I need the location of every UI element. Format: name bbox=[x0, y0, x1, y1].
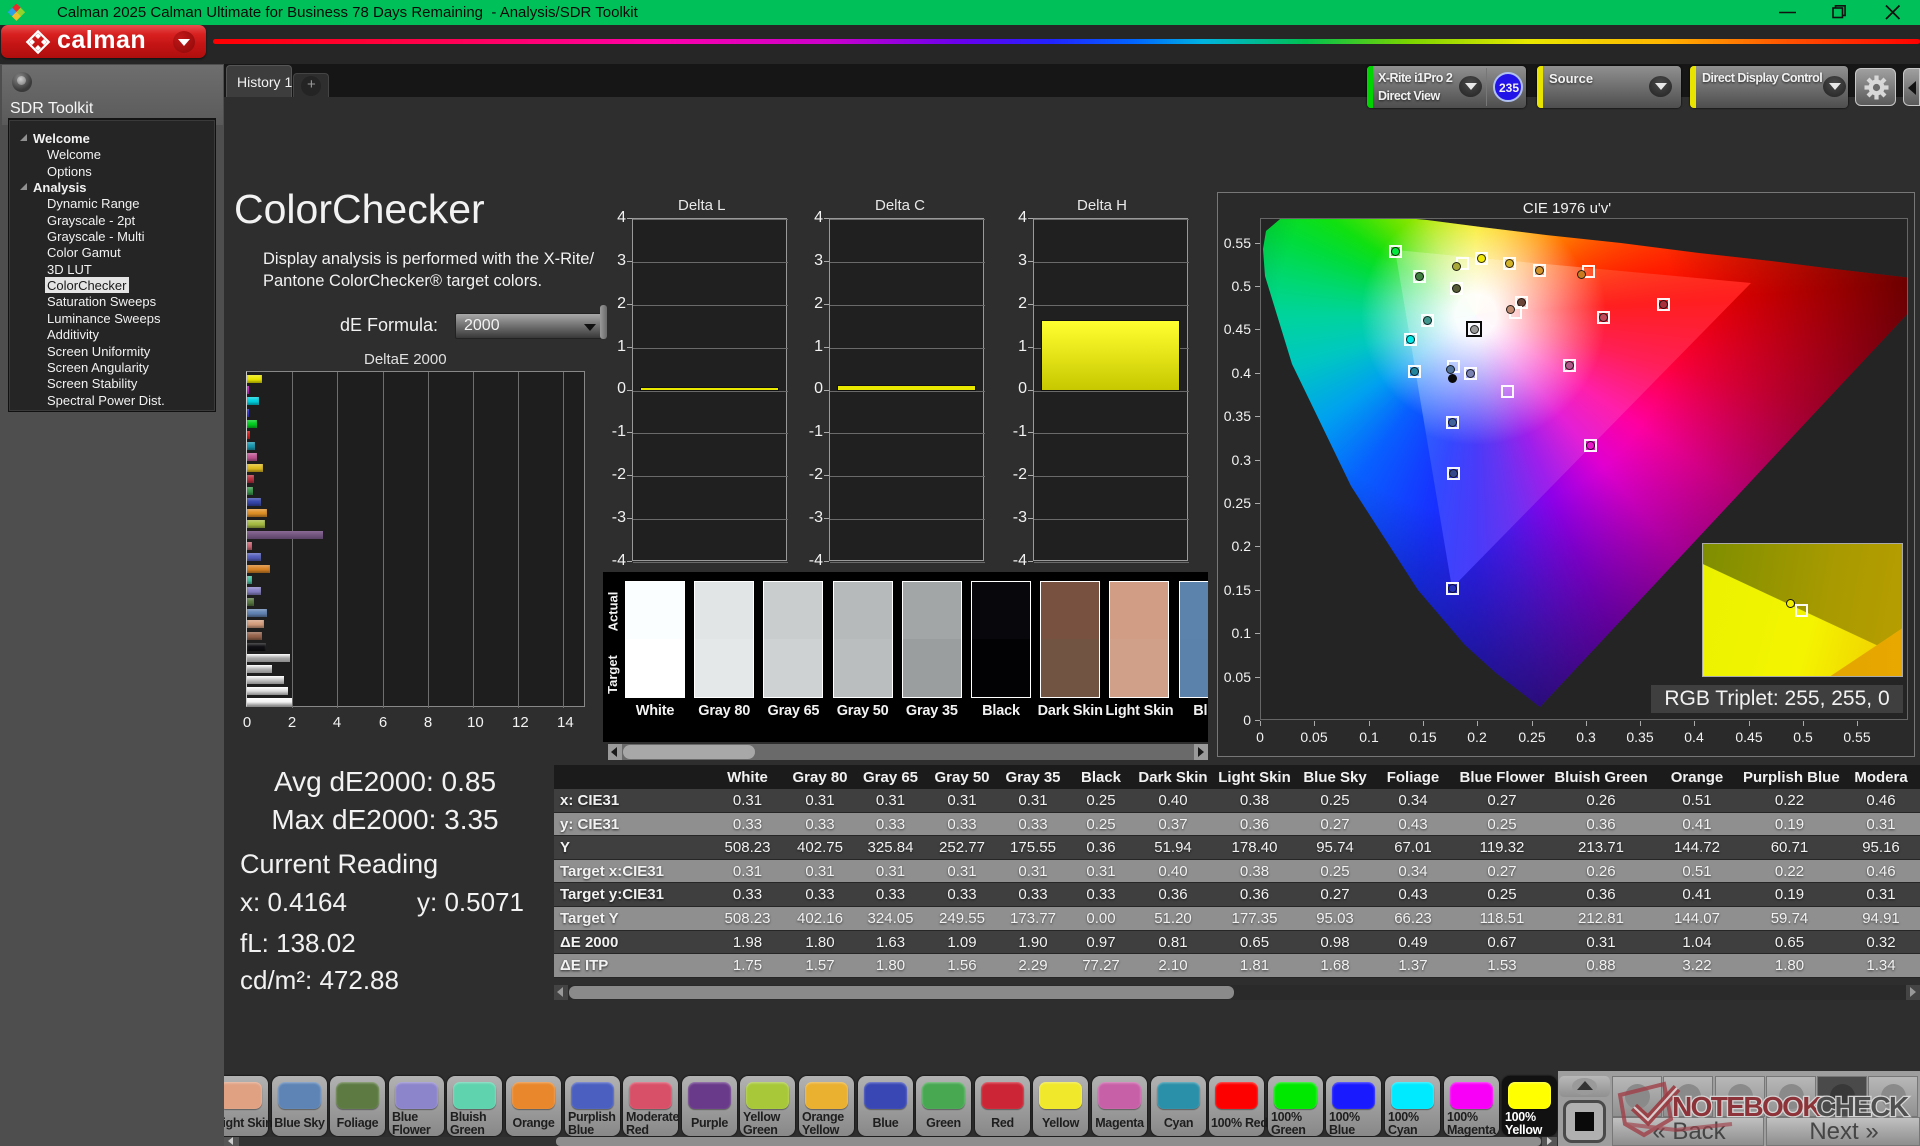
svg-text:CHECK: CHECK bbox=[1816, 1091, 1909, 1122]
svg-text:NOTEBOOK: NOTEBOOK bbox=[1672, 1091, 1822, 1122]
